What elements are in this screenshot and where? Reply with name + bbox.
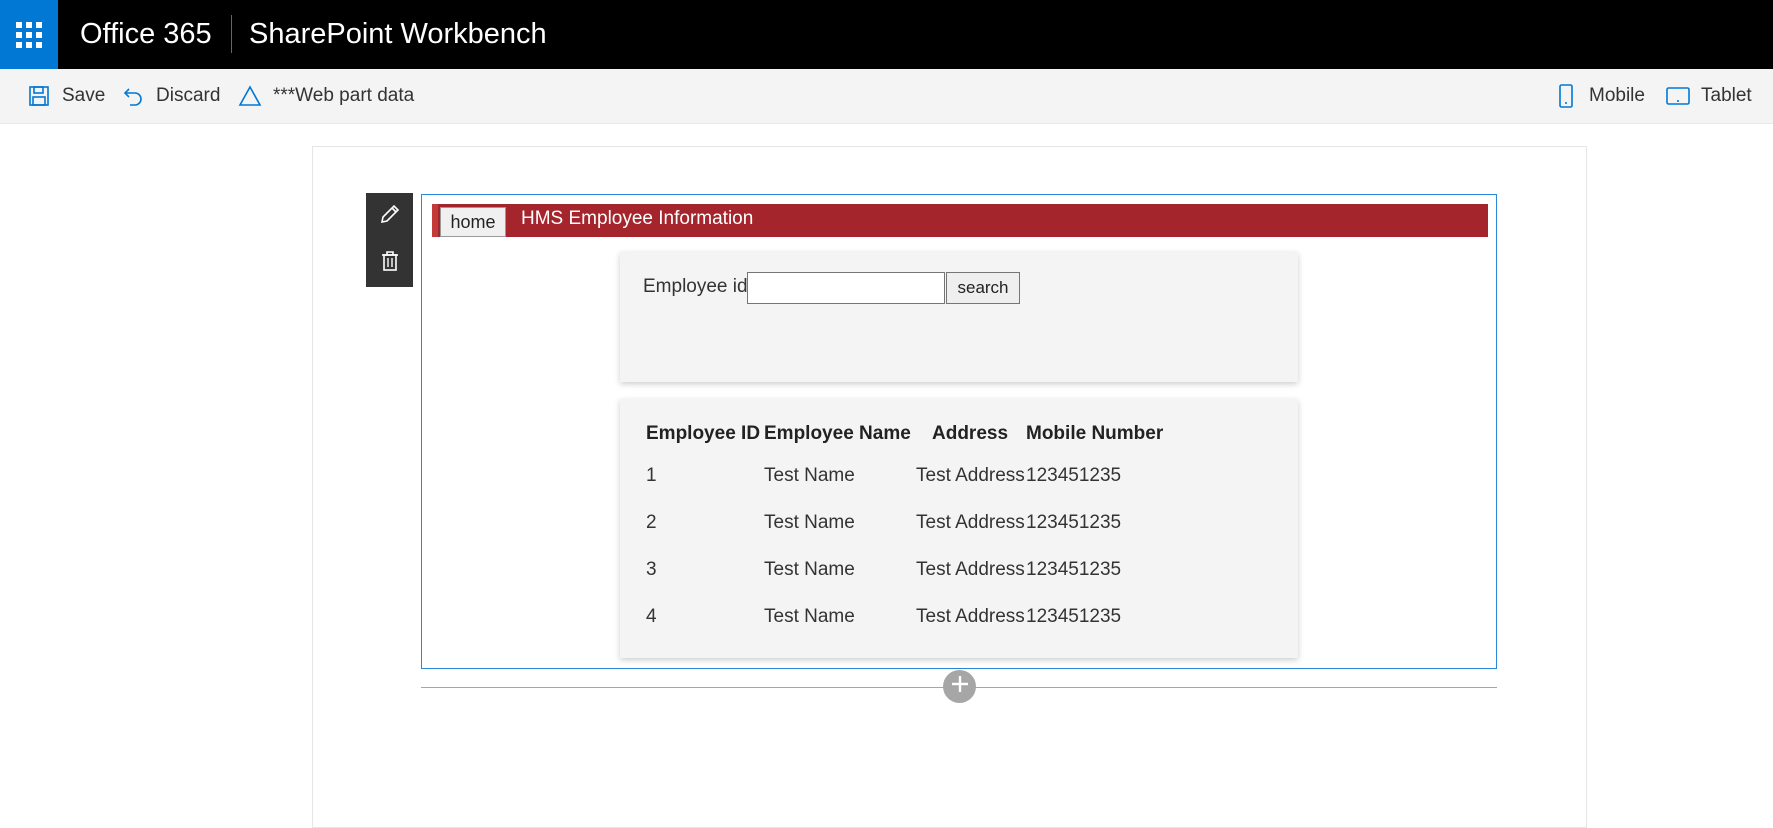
cell-employee-name: Test Name (764, 511, 855, 533)
tablet-label: Tablet (1701, 85, 1752, 106)
cell-employee-name: Test Name (764, 464, 855, 486)
pencil-icon (378, 202, 402, 231)
triangle-icon (237, 83, 263, 109)
table-row: 3 Test Name Test Address 123451235 (646, 546, 1186, 593)
brand-divider (231, 15, 232, 53)
app-launcher-button[interactable] (0, 0, 58, 69)
suite-bar: Office 365 SharePoint Workbench (0, 0, 1773, 69)
edit-web-part-button[interactable] (366, 193, 413, 240)
cell-address: Test Address (916, 605, 1025, 627)
column-header-employee-name: Employee Name (764, 423, 911, 444)
employee-table: Employee ID Employee Name Address Mobile… (646, 416, 1186, 640)
web-part-title: HMS Employee Information (521, 208, 754, 229)
cell-address: Test Address (916, 511, 1025, 533)
table-row: 2 Test Name Test Address 123451235 (646, 499, 1186, 546)
column-header-mobile-number: Mobile Number (1026, 423, 1164, 444)
column-header-address: Address (932, 423, 1009, 444)
mobile-preview-button[interactable]: Mobile (1553, 69, 1645, 123)
employee-id-label: Employee id (643, 276, 748, 297)
waffle-icon (16, 21, 42, 48)
table-header-row: Employee ID Employee Name Address Mobile… (646, 416, 1186, 452)
mobile-label: Mobile (1589, 85, 1645, 106)
cell-employee-id: 1 (646, 464, 657, 486)
web-part-header: home HMS Employee Information (432, 204, 1488, 237)
save-button[interactable]: Save (26, 69, 105, 123)
header-accent-bar (432, 204, 438, 237)
employee-id-input[interactable] (747, 272, 945, 304)
cell-address: Test Address (916, 558, 1025, 580)
results-panel: Employee ID Employee Name Address Mobile… (620, 399, 1298, 658)
tablet-icon (1665, 83, 1691, 109)
mobile-icon (1553, 83, 1579, 109)
add-web-part-button[interactable] (943, 670, 976, 703)
tablet-preview-button[interactable]: Tablet (1665, 69, 1752, 123)
cell-employee-name: Test Name (764, 558, 855, 580)
discard-button[interactable]: Discard (120, 69, 220, 123)
trash-icon (378, 249, 402, 278)
delete-web-part-button[interactable] (366, 240, 413, 287)
brand-label[interactable]: Office 365 (80, 0, 212, 69)
cell-employee-id: 3 (646, 558, 657, 580)
web-part-data-button[interactable]: ***Web part data (237, 69, 414, 123)
web-part-toolbar (366, 193, 413, 287)
table-row: 1 Test Name Test Address 123451235 (646, 452, 1186, 499)
cell-mobile-number: 123451235 (1026, 605, 1122, 627)
cell-employee-id: 2 (646, 511, 657, 533)
cell-address: Test Address (916, 464, 1025, 486)
command-bar: Save Discard ***Web part data Mobile Tab… (0, 69, 1773, 124)
web-part-data-label: ***Web part data (273, 85, 415, 106)
app-title: SharePoint Workbench (249, 18, 547, 50)
cell-employee-id: 4 (646, 605, 657, 627)
save-label: Save (62, 85, 106, 106)
cell-employee-name: Test Name (764, 605, 855, 627)
search-panel: Employee id search (620, 252, 1298, 382)
save-icon (26, 83, 52, 109)
discard-label: Discard (156, 85, 221, 106)
plus-icon (949, 673, 971, 700)
undo-icon (120, 83, 146, 109)
cell-mobile-number: 123451235 (1026, 464, 1122, 486)
cell-mobile-number: 123451235 (1026, 511, 1122, 533)
table-row: 4 Test Name Test Address 123451235 (646, 593, 1186, 640)
search-button[interactable]: search (946, 272, 1020, 304)
home-button[interactable]: home (440, 207, 506, 237)
cell-mobile-number: 123451235 (1026, 558, 1122, 580)
column-header-employee-id: Employee ID (646, 423, 761, 444)
